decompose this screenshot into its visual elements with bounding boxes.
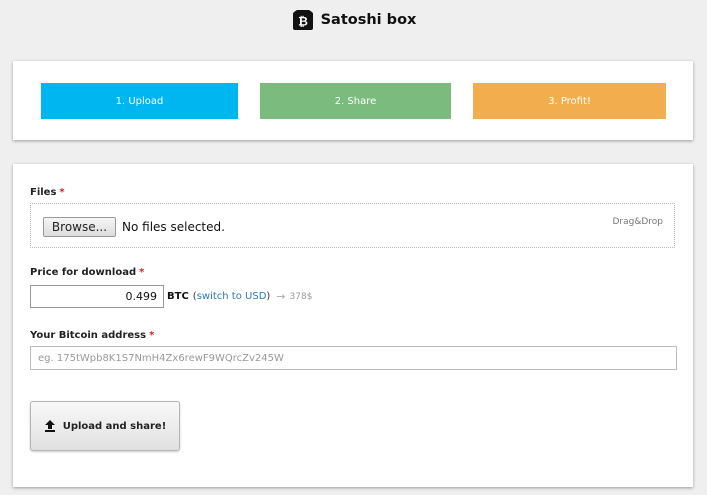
upload-button-label: Upload and share! — [62, 420, 167, 432]
price-required-mark: * — [139, 267, 145, 278]
svg-text:₿: ₿ — [298, 15, 308, 29]
price-input[interactable] — [30, 285, 164, 308]
address-required-mark: * — [149, 330, 155, 341]
files-label: Files * — [30, 187, 65, 198]
no-files-text: No files selected. — [122, 220, 225, 234]
bitcoin-box-icon: ₿ — [291, 9, 315, 31]
upload-and-share-button[interactable]: Upload and share! — [30, 401, 180, 451]
upload-icon — [44, 420, 56, 432]
price-currency-row: BTC (switch to USD) → 378$ — [167, 290, 312, 303]
step-share: 2. Share — [260, 83, 451, 119]
dragdrop-hint: Drag&Drop — [612, 217, 663, 227]
site-title: Satoshi box — [320, 12, 417, 28]
files-required-mark: * — [59, 187, 65, 198]
files-label-text: Files — [30, 187, 57, 198]
address-label-text: Your Bitcoin address — [30, 330, 147, 341]
file-dropzone[interactable]: Browse... No files selected. Drag&Drop — [30, 203, 675, 248]
logo[interactable]: ₿ Satoshi box — [291, 9, 417, 31]
price-label-text: Price for download — [30, 267, 137, 278]
step-upload: 1. Upload — [41, 83, 238, 119]
bitcoin-address-input[interactable] — [30, 346, 677, 370]
step-profit: 3. Profit! — [473, 83, 666, 119]
arrow-right-icon: → — [276, 290, 286, 303]
address-label: Your Bitcoin address * — [30, 330, 154, 341]
upload-form-panel: Files * Browse... No files selected. Drag… — [13, 164, 693, 487]
btc-unit: BTC — [167, 291, 189, 302]
usd-value: 378$ — [289, 291, 313, 302]
steps-panel: 1. Upload 2. Share 3. Profit! — [13, 61, 693, 140]
browse-button[interactable]: Browse... — [43, 217, 116, 237]
paren-close: ) — [266, 291, 271, 302]
switch-to-usd-link[interactable]: switch to USD — [197, 291, 267, 302]
page-header: ₿ Satoshi box — [0, 0, 707, 40]
price-label: Price for download * — [30, 267, 144, 278]
